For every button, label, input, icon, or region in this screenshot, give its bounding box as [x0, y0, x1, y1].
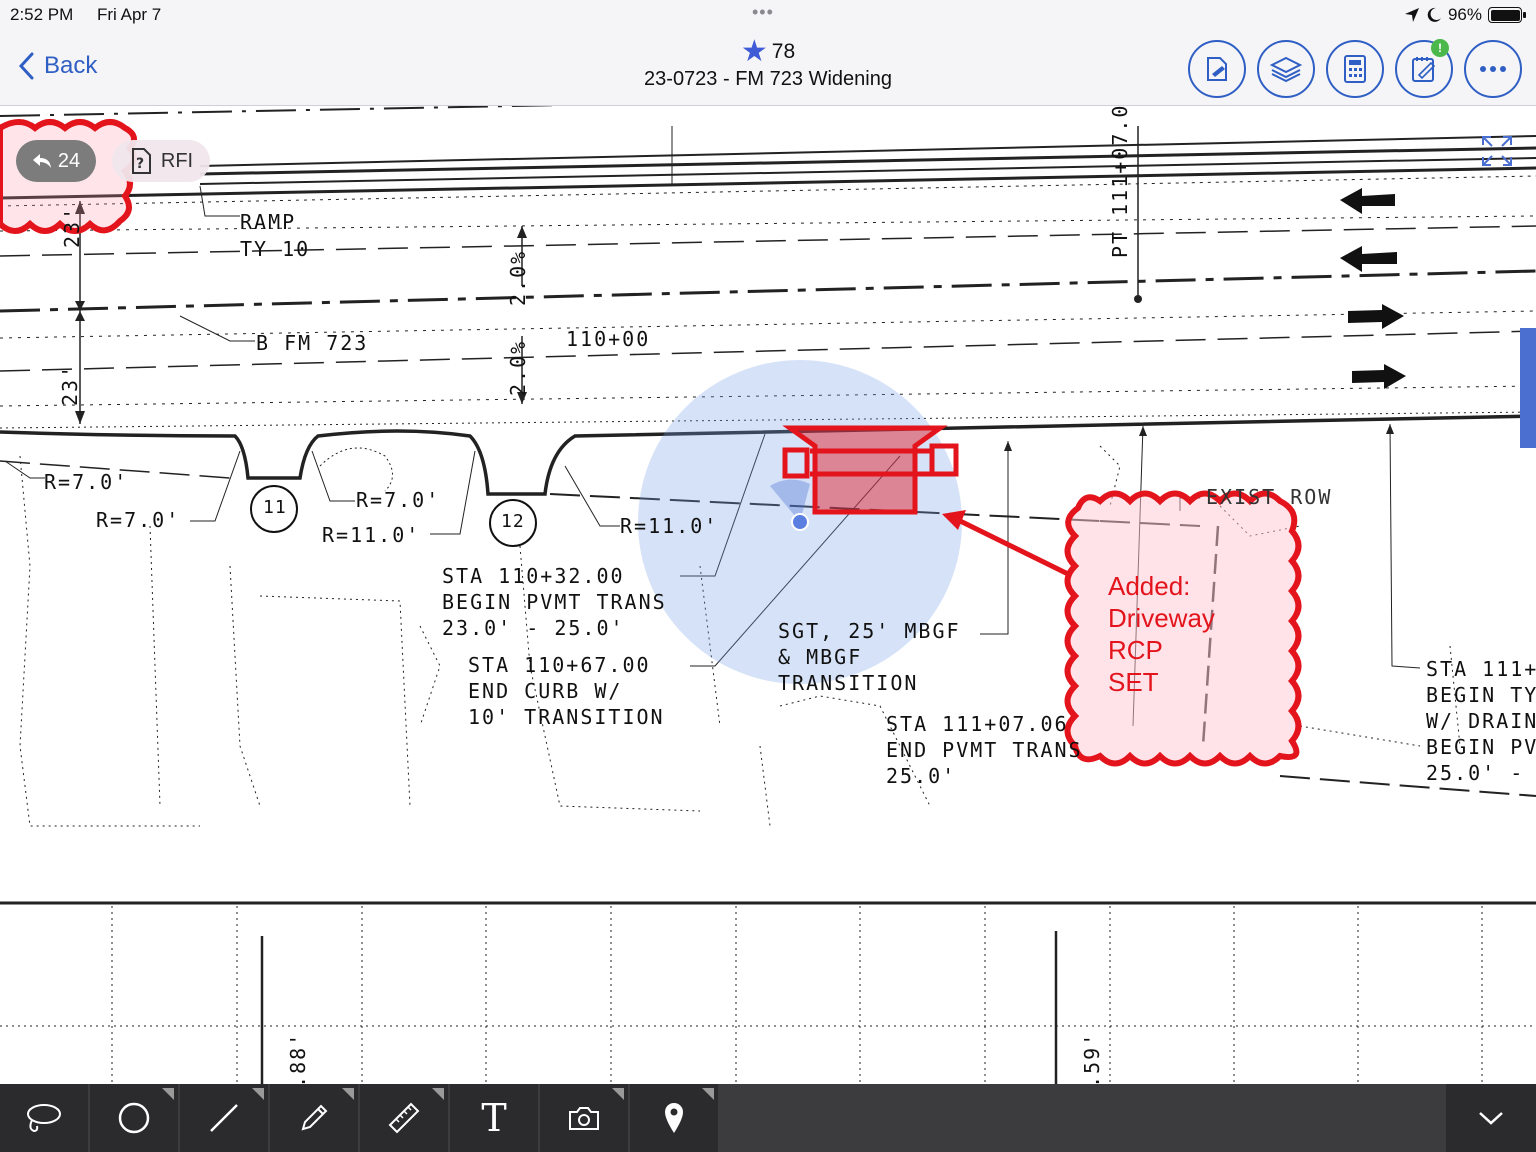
ruler-icon — [388, 1102, 420, 1134]
note-begin-pvmt-trans: STA 110+32.00 BEGIN PVMT TRANS 23.0' - 2… — [442, 564, 667, 640]
page-title: 23-0723 - FM 723 Widening — [644, 68, 892, 90]
pin-icon — [665, 1103, 683, 1133]
layers-icon — [1269, 56, 1303, 83]
more-button[interactable] — [1464, 40, 1522, 98]
line-icon — [210, 1104, 238, 1132]
radius-label-3: R=7.0' — [356, 488, 441, 512]
collapse-toolbar-button[interactable] — [1446, 1084, 1536, 1152]
dim-23-upper: 23' — [60, 205, 84, 248]
lasso-tool[interactable] — [0, 1084, 90, 1152]
nav-tools: ! — [1188, 39, 1522, 98]
location-arrow-icon — [1404, 8, 1419, 22]
fm723-label: B FM 723 — [256, 331, 369, 355]
note-end-pvmt-trans: STA 111+07.06 END PVMT TRANS 25.0' — [886, 712, 1083, 788]
profile-elev-2: 99.59' — [1080, 1031, 1104, 1086]
grade-label-1: 2.0% — [506, 249, 530, 306]
star-count: 78 — [771, 40, 796, 63]
lasso-icon — [27, 1104, 61, 1133]
pencil-icon — [301, 1104, 328, 1131]
camera-tool[interactable] — [540, 1084, 630, 1152]
station-circle-12: 12 — [501, 511, 525, 532]
text-icon: T — [481, 1096, 507, 1140]
dim-23-lower: 23' — [58, 363, 82, 406]
sheet-markup-icon — [1207, 57, 1227, 81]
grade-label-2: 2.0% — [506, 339, 530, 396]
layers-button[interactable] — [1257, 40, 1315, 98]
profile-elev-1: 98.88' — [286, 1031, 310, 1086]
pt-label: PT 111+07.0 — [1108, 106, 1132, 258]
chevron-down-icon — [1479, 1112, 1503, 1125]
calculator-icon — [1344, 55, 1366, 83]
status-bar: 2:52 PM Fri Apr 7 ••• 96% — [0, 0, 1536, 30]
radius-label-4: R=11.0' — [322, 523, 421, 547]
notes-button[interactable]: ! — [1395, 39, 1453, 98]
expand-icon[interactable] — [1480, 134, 1514, 168]
sheet-markup-button[interactable] — [1188, 40, 1246, 98]
plan-sheet-viewer[interactable]: RAMP TY 10 B FM 723 110+00 2.0% 2.0% 23'… — [0, 106, 1536, 1086]
star-icon[interactable]: ★ — [741, 37, 768, 67]
rfi-document-icon: ? — [131, 148, 151, 174]
radius-label-5: R=11.0' — [620, 514, 719, 538]
status-right: 96% — [1404, 5, 1526, 25]
radius-label-1: R=7.0' — [44, 470, 129, 494]
reply-arrow-icon — [32, 154, 51, 168]
chevron-left-icon — [18, 52, 34, 80]
svg-text:?: ? — [136, 156, 144, 172]
ty10-label: TY 10 — [240, 237, 311, 261]
note-sta-111-begin: STA 111+ BEGIN TY W/ DRAIN BEGIN PV 25.0… — [1426, 657, 1536, 785]
toolbar-spacer — [720, 1084, 1446, 1152]
reply-count-button[interactable]: 24 — [16, 140, 96, 182]
more-icon — [1480, 66, 1506, 72]
camera-icon — [569, 1107, 599, 1130]
plan-linework — [0, 106, 1536, 1086]
note-sgt-mbgf: SGT, 25' MBGF & MBGF TRANSITION — [778, 619, 961, 695]
markup-note-text: Added: Driveway RCP SET — [1108, 571, 1215, 697]
back-button[interactable]: Back — [18, 52, 97, 80]
markup-toolbar: T — [0, 1084, 1536, 1152]
line-tool[interactable] — [180, 1084, 270, 1152]
battery-percent: 96% — [1447, 5, 1482, 24]
reply-count: 24 — [57, 149, 81, 172]
exist-row-label: EXIST ROW — [1206, 485, 1333, 509]
status-date: Fri Apr 7 — [97, 5, 162, 24]
radius-label-2: R=7.0' — [96, 508, 181, 532]
side-panel-tab[interactable] — [1520, 328, 1536, 448]
pencil-tool[interactable] — [270, 1084, 360, 1152]
calculator-button[interactable] — [1326, 40, 1384, 98]
circle-icon — [118, 1102, 150, 1134]
ruler-tool[interactable] — [360, 1084, 450, 1152]
station-label: 110+00 — [566, 327, 651, 351]
multitask-dots-icon[interactable]: ••• — [752, 2, 774, 23]
circle-tool[interactable] — [90, 1084, 180, 1152]
notes-icon — [1412, 57, 1436, 82]
note-end-curb: STA 110+67.00 END CURB W/ 10' TRANSITION — [468, 653, 665, 729]
pin-tool[interactable] — [630, 1084, 720, 1152]
back-label: Back — [44, 52, 98, 79]
battery-icon — [1488, 7, 1526, 23]
ramp-label: RAMP — [240, 210, 297, 234]
traffic-arrows — [1340, 188, 1406, 389]
status-time: 2:52 PM — [10, 5, 74, 24]
rfi-button[interactable]: ? RFI — [112, 140, 210, 182]
notes-badge: ! — [1431, 39, 1449, 57]
markup-note[interactable]: Added: Driveway RCP SET — [1108, 570, 1215, 698]
nav-bar: Back ★ 78 23-0723 - FM 723 Widening ! — [0, 30, 1536, 106]
text-tool[interactable]: T — [450, 1084, 540, 1152]
rfi-label: RFI — [160, 149, 194, 172]
moon-icon — [1427, 7, 1441, 22]
document-title: ★ 78 23-0723 - FM 723 Widening — [568, 37, 968, 91]
station-circle-11: 11 — [263, 497, 287, 518]
